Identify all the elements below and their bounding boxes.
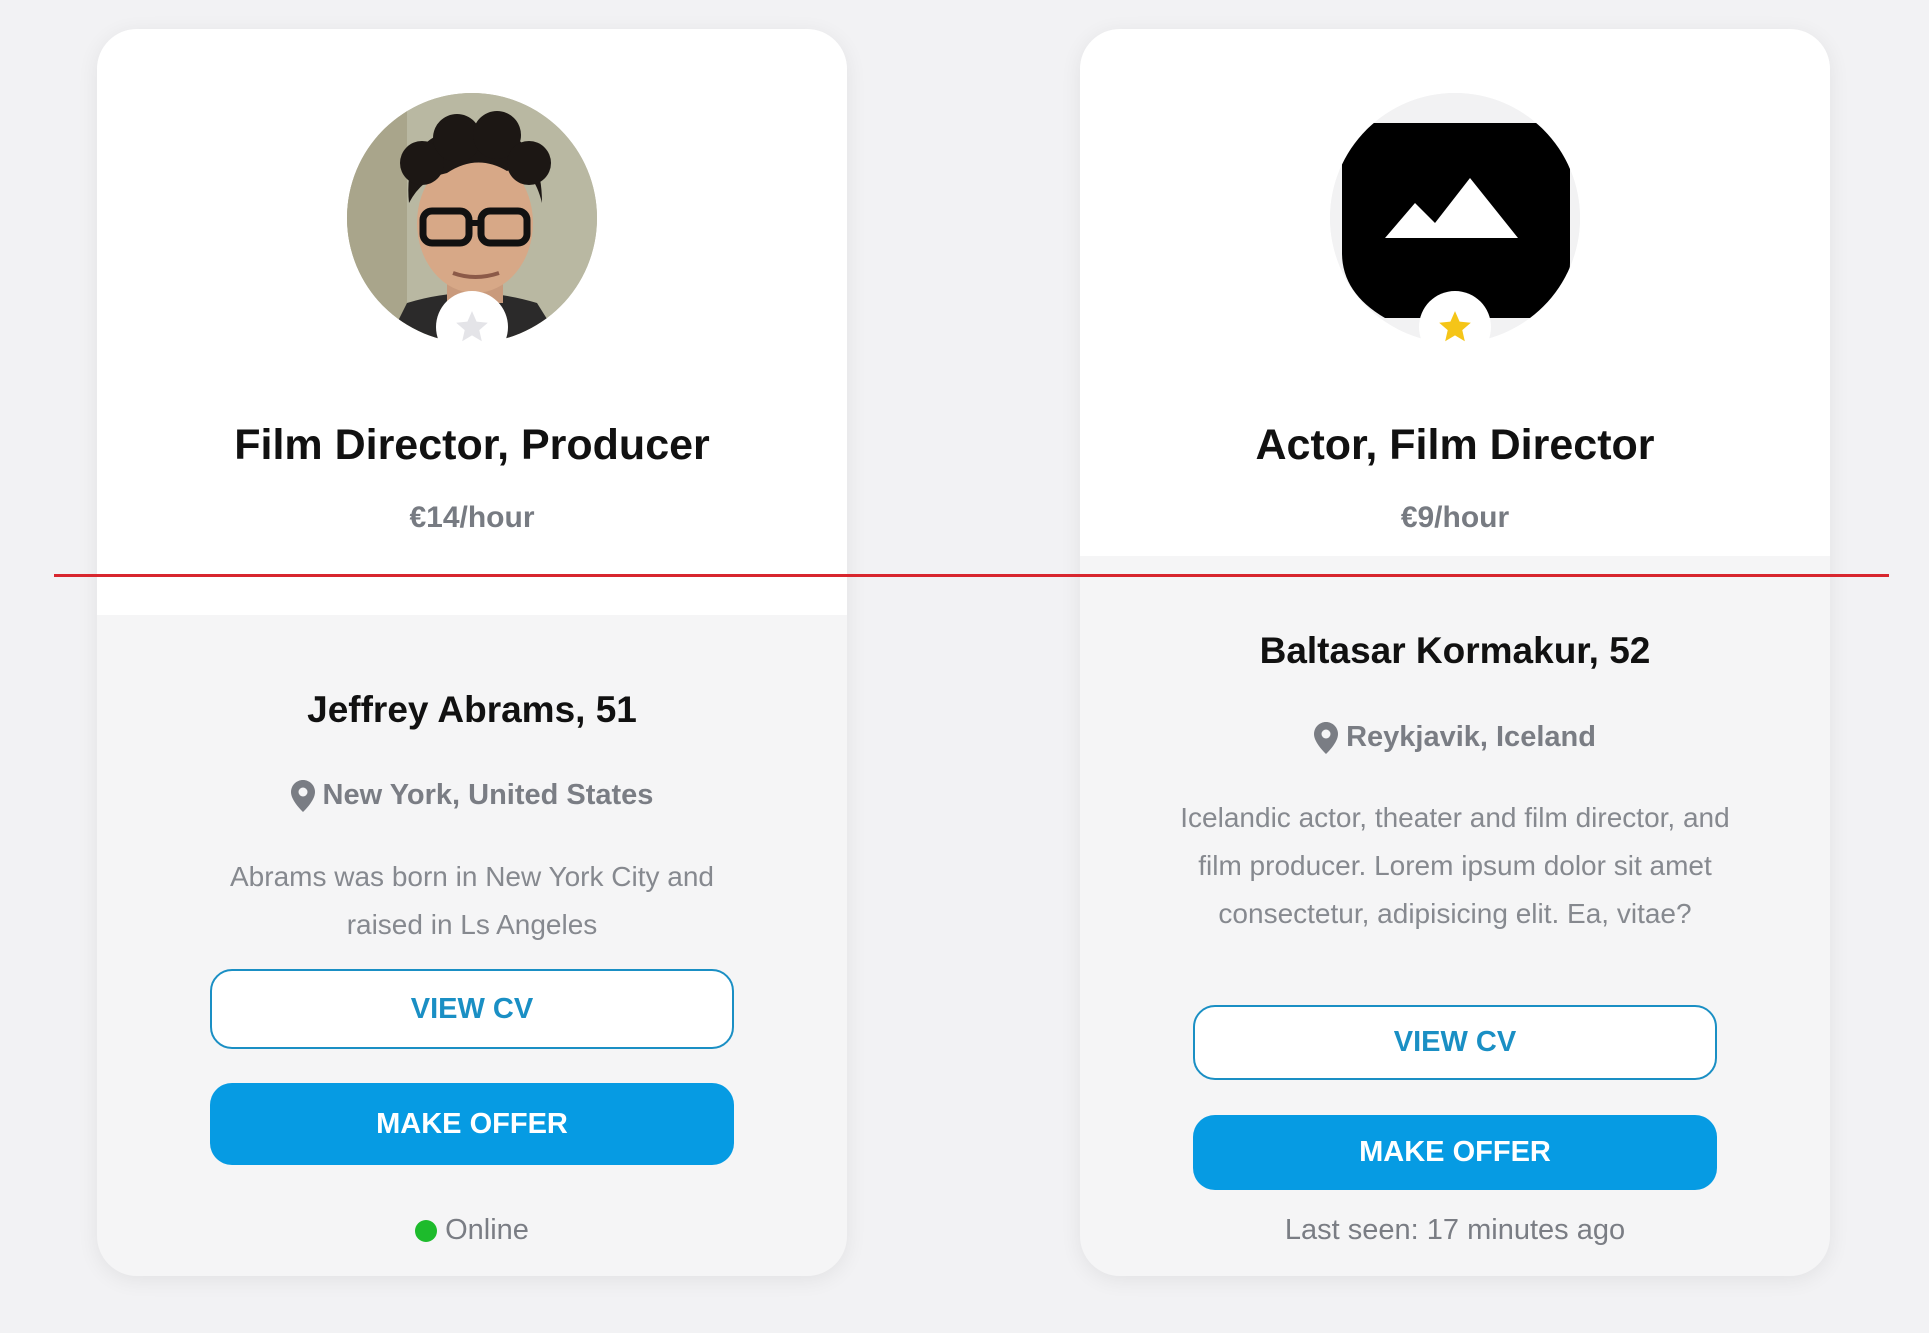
online-status: Online [97, 1214, 847, 1247]
star-icon [1439, 311, 1471, 342]
hourly-rate: €14/hour [409, 501, 535, 534]
make-offer-button[interactable]: MAKE OFFER [210, 1083, 734, 1165]
profile-name: Jeffrey Abrams, 51 [307, 689, 637, 730]
profile-title: Film Director, Producer [234, 421, 710, 469]
view-cv-button[interactable]: VIEW CV [210, 969, 734, 1049]
view-cv-button[interactable]: VIEW CV [1193, 1005, 1717, 1080]
annotation-line [54, 574, 1889, 577]
profile-name: Baltasar Kormakur, 52 [1259, 630, 1651, 671]
profile-title: Actor, Film Director [1255, 421, 1655, 469]
map-pin-icon [1314, 721, 1339, 754]
hourly-rate: €9/hour [1400, 501, 1510, 534]
location-text: New York, United States [322, 779, 654, 811]
map-pin-icon [290, 779, 315, 812]
last-seen-status: Last seen: 17 minutes ago [1080, 1214, 1830, 1247]
make-offer-button[interactable]: MAKE OFFER [1193, 1115, 1717, 1190]
online-dot-icon [415, 1219, 438, 1242]
location: Reykjavik, Iceland [1080, 721, 1830, 754]
location: New York, United States [97, 779, 847, 812]
favorite-badge[interactable] [436, 291, 508, 363]
location-text: Reykjavik, Iceland [1346, 721, 1596, 753]
avatar[interactable] [347, 93, 597, 363]
profile-bio: Abrams was born in New York City and rai… [230, 861, 714, 940]
profile-card: Actor, Film Director €9/hour Baltasar Ko… [1080, 29, 1830, 1276]
status-text: Online [445, 1214, 529, 1246]
status-text: Last seen: 17 minutes ago [1284, 1214, 1626, 1246]
avatar[interactable] [1330, 93, 1580, 363]
favorite-badge[interactable] [1419, 291, 1491, 363]
star-icon [456, 311, 488, 342]
profile-bio: Icelandic actor, theater and film direct… [1180, 802, 1730, 929]
profile-card: Film Director, Producer €14/hour Jeffrey… [97, 29, 847, 1276]
